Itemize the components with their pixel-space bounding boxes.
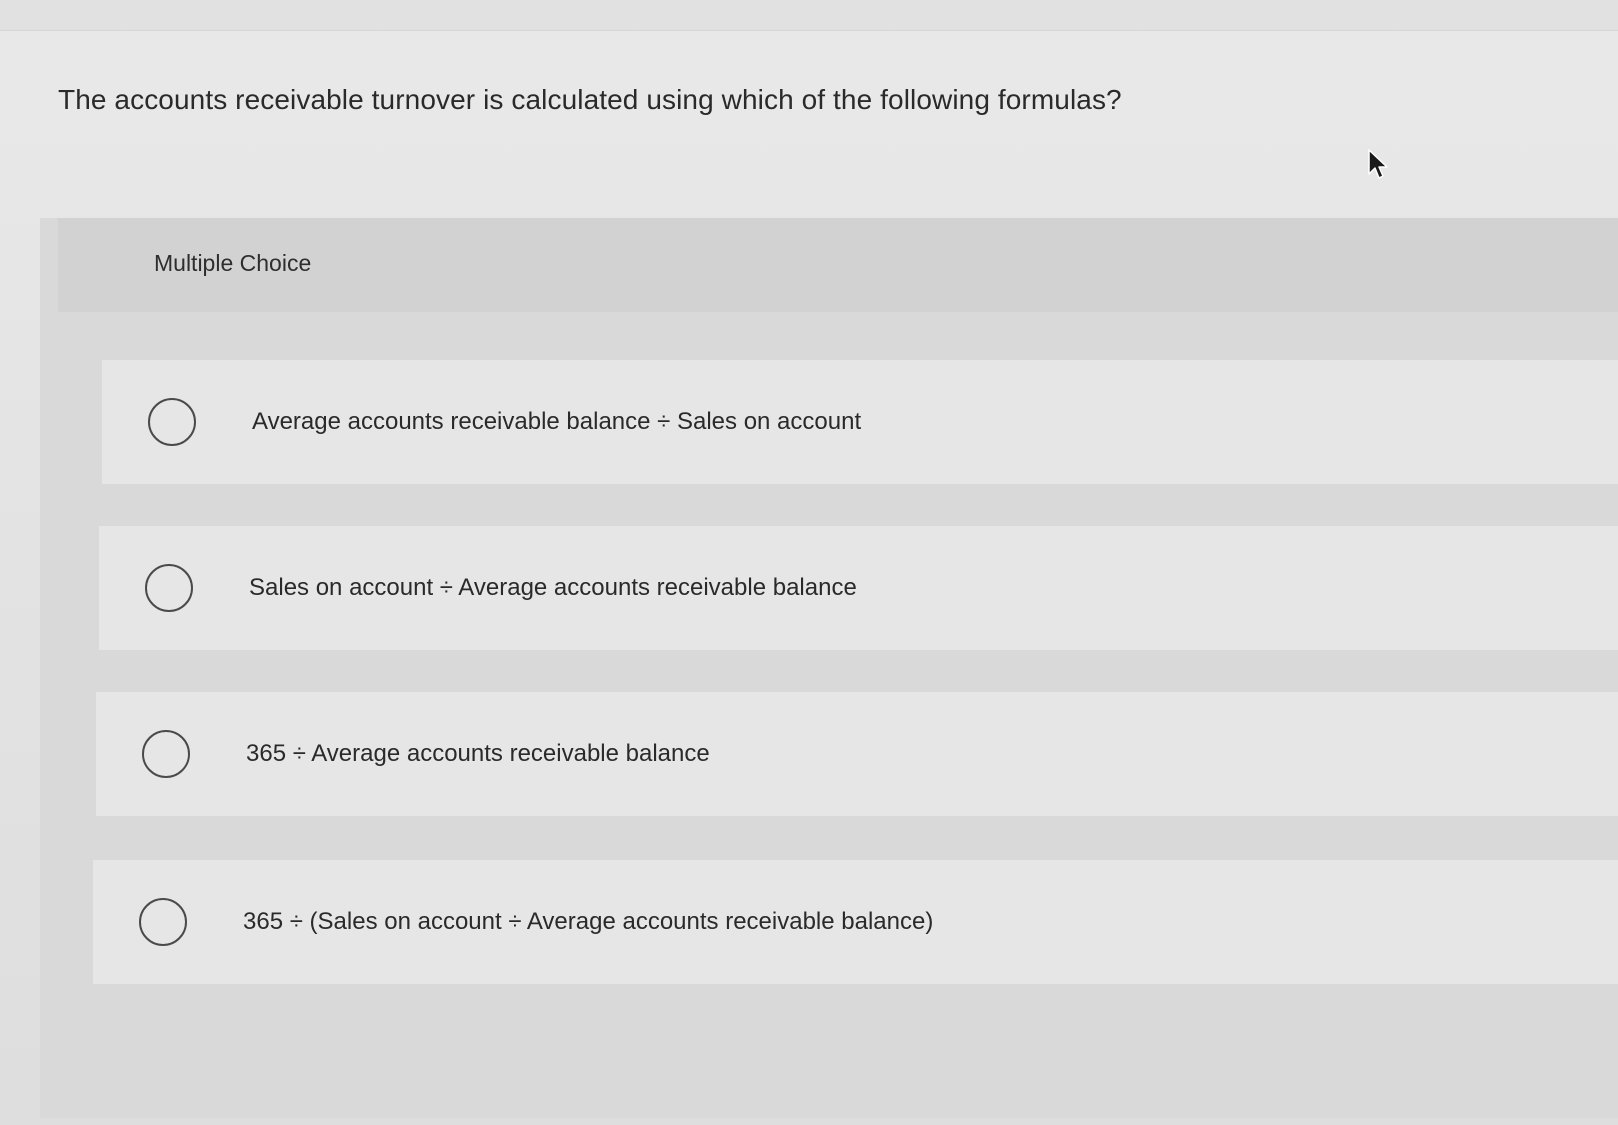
quiz-page: The accounts receivable turnover is calc…: [0, 0, 1618, 1125]
choice-option-b[interactable]: Sales on account ÷ Average accounts rece…: [99, 526, 1618, 650]
choice-text: 365 ÷ (Sales on account ÷ Average accoun…: [243, 908, 934, 935]
choice-text: Sales on account ÷ Average accounts rece…: [249, 574, 857, 601]
choice-option-a[interactable]: Average accounts receivable balance ÷ Sa…: [102, 360, 1618, 484]
multiple-choice-header: Multiple Choice: [58, 218, 1618, 312]
mouse-pointer-icon: [1368, 149, 1388, 179]
radio-button-icon[interactable]: [148, 398, 196, 446]
radio-button-icon[interactable]: [139, 898, 187, 946]
question-text: The accounts receivable turnover is calc…: [58, 84, 1122, 115]
multiple-choice-label: Multiple Choice: [154, 250, 312, 276]
top-bar: [0, 0, 1618, 31]
radio-button-icon[interactable]: [145, 564, 193, 612]
choice-option-d[interactable]: 365 ÷ (Sales on account ÷ Average accoun…: [93, 860, 1618, 984]
choice-option-c[interactable]: 365 ÷ Average accounts receivable balanc…: [96, 692, 1618, 816]
multiple-choice-panel: Multiple Choice Average accounts receiva…: [40, 218, 1618, 1118]
choice-text: 365 ÷ Average accounts receivable balanc…: [246, 740, 710, 767]
choice-text: Average accounts receivable balance ÷ Sa…: [252, 408, 862, 435]
radio-button-icon[interactable]: [142, 730, 190, 778]
